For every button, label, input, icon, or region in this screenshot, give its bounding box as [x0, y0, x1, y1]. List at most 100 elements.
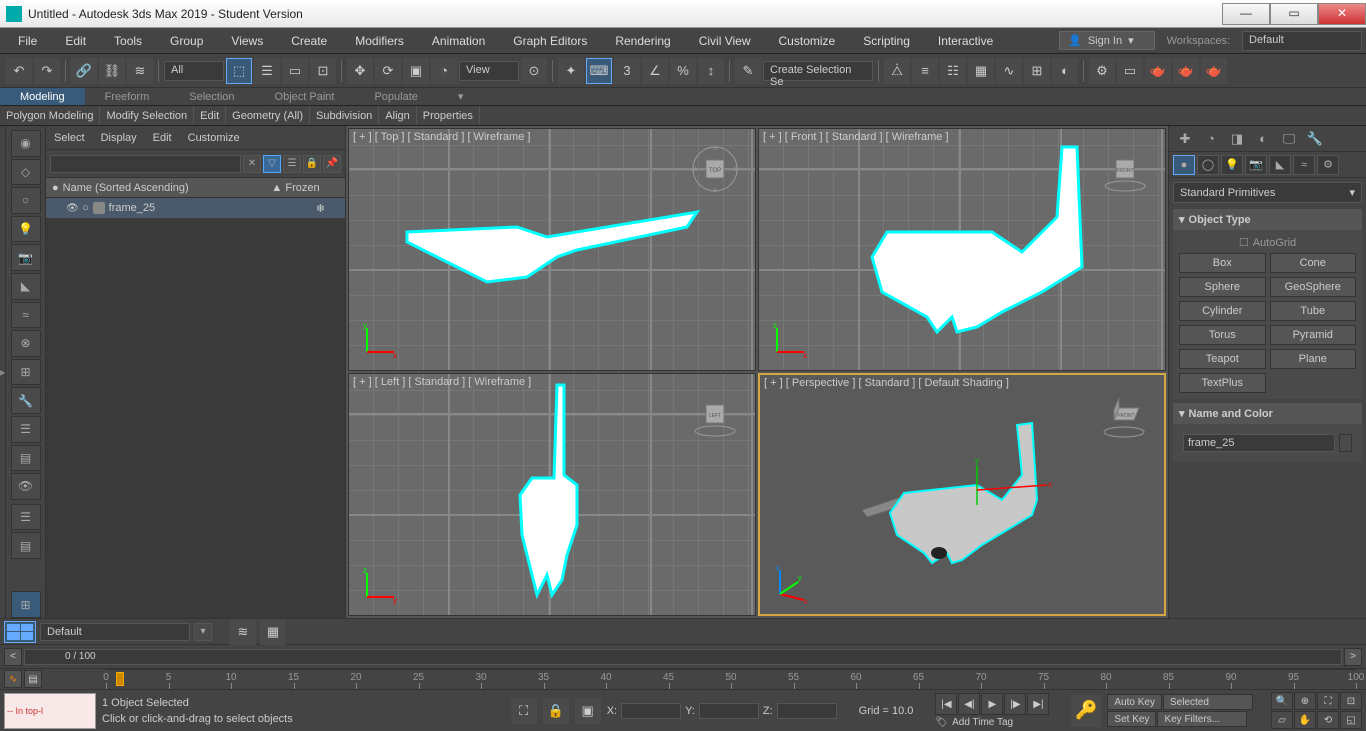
ribbon-toggle-icon[interactable]: ▾ [438, 88, 484, 105]
layer-dropdown[interactable] [40, 623, 190, 641]
select-object-button[interactable]: ⬚ [226, 58, 252, 84]
viewport-top[interactable]: [ + ] [ Top ] [ Standard ] [ Wireframe ]… [348, 128, 756, 371]
align-button[interactable]: ≡ [912, 58, 938, 84]
ribbon-tab-modeling[interactable]: Modeling [0, 88, 85, 105]
close-button[interactable]: ✕ [1318, 3, 1366, 25]
torus-button[interactable]: Torus [1179, 325, 1266, 345]
autogrid-check[interactable]: ☐AutoGrid [1179, 236, 1356, 249]
autokey-button[interactable]: Auto Key [1107, 694, 1162, 710]
ribbon-geometry[interactable]: Geometry (All) [226, 106, 310, 125]
viewport-perspective[interactable]: [ + ] [ Perspective ] [ Standard ] [ Def… [758, 373, 1166, 616]
spinner-snap-button[interactable]: ↕ [698, 58, 724, 84]
ribbon-tab-selection[interactable]: Selection [169, 88, 254, 105]
display-groups-button[interactable]: ▤ [11, 445, 41, 472]
category-dropdown[interactable]: Standard Primitives ▾ [1173, 182, 1362, 203]
display-helpers-button[interactable]: ◣ [11, 273, 41, 300]
display-sep3[interactable]: ▤ [11, 532, 41, 559]
zoom-extents-all-button[interactable]: ⊡ [1340, 692, 1362, 710]
ribbon-polymodeling[interactable]: Polygon Modeling [0, 106, 100, 125]
menu-modifiers[interactable]: Modifiers [341, 28, 418, 53]
goto-start[interactable]: |◀ [935, 693, 957, 715]
display-xrefs-button[interactable]: 👁 [11, 473, 41, 500]
display-containers-button[interactable]: ⊞ [11, 359, 41, 386]
goto-end[interactable]: ▶| [1027, 693, 1049, 715]
isolate-toggle[interactable]: ⛶ [511, 698, 537, 724]
abs-transform-icon[interactable]: ▣ [575, 698, 601, 724]
object-name-field[interactable] [1183, 434, 1335, 452]
menu-group[interactable]: Group [156, 28, 217, 53]
pyramid-button[interactable]: Pyramid [1270, 325, 1357, 345]
rollout-header[interactable]: ▾Object Type [1173, 209, 1362, 230]
menu-grapheditors[interactable]: Graph Editors [499, 28, 601, 53]
menu-scripting[interactable]: Scripting [849, 28, 924, 53]
toggle-ribbon-button[interactable]: ▦ [968, 58, 994, 84]
schematic-button[interactable]: ⊞ [1024, 58, 1050, 84]
add-time-tag[interactable]: Add Time Tag [952, 717, 1013, 728]
render-button[interactable]: 🫖 [1145, 58, 1171, 84]
textplus-button[interactable]: TextPlus [1179, 373, 1266, 393]
viewcube-icon[interactable]: FRONT [1100, 144, 1150, 194]
se-lock-button[interactable]: 🔒 [303, 155, 321, 173]
render-frame-button[interactable]: ▭ [1117, 58, 1143, 84]
maximize-viewport-button[interactable]: ◱ [1340, 711, 1362, 729]
viewcube-icon[interactable]: LEFT [690, 389, 740, 439]
menu-customize[interactable]: Customize [765, 28, 850, 53]
display-shapes-button[interactable]: ○ [11, 187, 41, 214]
se-pin-button[interactable]: 📌 [323, 155, 341, 173]
undo-button[interactable]: ↶ [6, 58, 32, 84]
zoom-extents-button[interactable]: ⛶ [1317, 692, 1339, 710]
se-tab-edit[interactable]: Edit [153, 132, 172, 144]
menu-views[interactable]: Views [217, 28, 277, 53]
x-input[interactable] [621, 703, 681, 719]
display-bone-button[interactable]: ⊗ [11, 330, 41, 357]
se-clear-button[interactable]: ✕ [243, 155, 261, 173]
layer-tool1[interactable]: ≋ [230, 619, 256, 645]
render-arnold-button[interactable]: 🫖 [1173, 58, 1199, 84]
ribbon-modifysel[interactable]: Modify Selection [100, 106, 194, 125]
render-online-button[interactable]: 🫖 [1201, 58, 1227, 84]
setkey-button[interactable]: Set Key [1107, 711, 1156, 727]
key-mode-icon[interactable]: ▤ [24, 670, 42, 688]
bind-button[interactable]: ≋ [127, 58, 153, 84]
layer-explorer-button[interactable]: ☷ [940, 58, 966, 84]
selection-lock[interactable]: 🔒 [543, 698, 569, 724]
plane-button[interactable]: Plane [1270, 349, 1357, 369]
scale-button[interactable]: ▣ [403, 58, 429, 84]
tube-button[interactable]: Tube [1270, 301, 1357, 321]
spacewarps-tab[interactable]: ≈ [1293, 155, 1315, 175]
link-button[interactable]: 🔗 [71, 58, 97, 84]
create-tab[interactable]: ✚ [1173, 129, 1197, 149]
viewport-label[interactable]: [ + ] [ Top ] [ Standard ] [ Wireframe ] [353, 131, 530, 143]
keyframe-marker[interactable] [116, 672, 124, 686]
cone-button[interactable]: Cone [1270, 253, 1357, 273]
menu-rendering[interactable]: Rendering [601, 28, 684, 53]
hierarchy-tab[interactable]: ◨ [1225, 129, 1249, 149]
object-color-swatch[interactable] [1339, 434, 1352, 452]
menu-civilview[interactable]: Civil View [685, 28, 765, 53]
placement-button[interactable]: ◔ [431, 58, 457, 84]
se-tab-display[interactable]: Display [101, 132, 137, 144]
move-button[interactable]: ✥ [347, 58, 373, 84]
key-filters-dropdown[interactable]: Selected [1163, 694, 1253, 710]
pan-button[interactable]: ✋ [1294, 711, 1316, 729]
display-sep1[interactable]: ☰ [11, 416, 41, 443]
layer-dropdown-btn[interactable]: ▾ [194, 623, 212, 641]
menu-edit[interactable]: Edit [51, 28, 100, 53]
orbit-button[interactable]: ⟲ [1317, 711, 1339, 729]
ribbon-tab-objectpaint[interactable]: Object Paint [255, 88, 355, 105]
prev-frame[interactable]: ◀| [958, 693, 980, 715]
ribbon-subdivision[interactable]: Subdivision [310, 106, 379, 125]
ribbon-align[interactable]: Align [379, 106, 416, 125]
zoom-all-button[interactable]: ⊕ [1294, 692, 1316, 710]
angle-snap-button[interactable]: ∠ [642, 58, 668, 84]
select-name-button[interactable]: ☰ [254, 58, 280, 84]
display-sep2[interactable]: ☰ [11, 504, 41, 531]
menu-interactive[interactable]: Interactive [924, 28, 1007, 53]
viewport-label[interactable]: [ + ] [ Front ] [ Standard ] [ Wireframe… [763, 131, 949, 143]
motion-tab[interactable]: ◐ [1251, 129, 1275, 149]
se-col-frozen[interactable]: ▲ Frozen [246, 182, 345, 194]
se-selset-button[interactable]: ☰ [283, 155, 301, 173]
helpers-tab[interactable]: ◣ [1269, 155, 1291, 175]
signin-button[interactable]: 👤 Sign In ▾ [1059, 31, 1154, 50]
pivot-center-button[interactable]: ⊙ [521, 58, 547, 84]
